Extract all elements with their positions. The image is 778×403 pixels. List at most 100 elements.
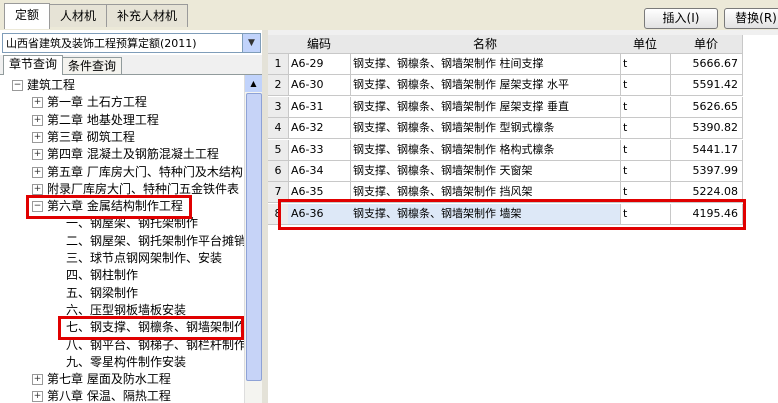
- tree-child-item[interactable]: 五、钢梁制作: [66, 285, 138, 302]
- expand-icon[interactable]: +: [32, 149, 43, 161]
- tree-child-item[interactable]: 八、钢平台、钢梯子、钢栏杆制作: [66, 337, 244, 354]
- header-code[interactable]: 编码: [288, 35, 351, 54]
- tree-chapter-item[interactable]: + 第八章 保温、隔热工程: [32, 388, 171, 403]
- cell-price[interactable]: 5224.08: [670, 182, 743, 204]
- cell-name[interactable]: 钢支撑、钢檩条、钢墙架制作 格构式檩条: [350, 139, 621, 161]
- cell-price[interactable]: 5397.99: [670, 161, 743, 182]
- tree-root[interactable]: − 建筑工程: [12, 77, 75, 94]
- tree-chapter-item[interactable]: + 第二章 地基处理工程: [32, 112, 159, 129]
- tab-labor-material-machine[interactable]: 人材机: [49, 4, 108, 27]
- tree-child-item[interactable]: 三、球节点钢网架制作、安装: [66, 250, 222, 267]
- tree-child-item[interactable]: 四、钢柱制作: [66, 267, 138, 284]
- scroll-up-icon[interactable]: ▲: [245, 75, 262, 92]
- cell-unit[interactable]: t: [620, 118, 671, 140]
- cell-unit[interactable]: t: [620, 203, 671, 225]
- cell-code[interactable]: A6-36: [288, 203, 351, 225]
- cell-code[interactable]: A6-32: [288, 118, 351, 140]
- tab-quota[interactable]: 定额: [4, 3, 51, 29]
- tree-child-item[interactable]: 九、零星构件制作安装: [66, 354, 186, 371]
- cell-name[interactable]: 钢支撑、钢檩条、钢墙架制作 墙架: [350, 203, 621, 225]
- tree-item-label: 五、钢梁制作: [66, 285, 139, 300]
- header-price[interactable]: 单价: [670, 35, 743, 54]
- collapse-icon[interactable]: −: [32, 201, 43, 213]
- cell-unit[interactable]: t: [620, 54, 671, 75]
- tree-chapter-item[interactable]: + 第七章 屋面及防水工程: [32, 371, 171, 388]
- tree-item-label: 第三章 砌筑工程: [47, 129, 135, 144]
- tree-item-label: 第七章 屋面及防水工程: [47, 372, 171, 387]
- tree-item-label: 一、钢屋架、钢托架制作: [66, 216, 199, 231]
- tree-chapter-item[interactable]: + 第一章 土石方工程: [32, 94, 147, 111]
- tree-chapter-item[interactable]: + 附录厂库房大门、特种门五金铁件表: [32, 181, 239, 198]
- tree-item-label: 四、钢柱制作: [66, 268, 139, 283]
- tree-child-item[interactable]: 二、钢屋架、钢托架制作平台摊销: [66, 233, 244, 250]
- replace-button[interactable]: 替换(R): [724, 8, 778, 29]
- tree-child-item[interactable]: 一、钢屋架、钢托架制作: [66, 215, 198, 232]
- cell-unit[interactable]: t: [620, 75, 671, 97]
- cell-code[interactable]: A6-29: [288, 54, 351, 75]
- cell-price[interactable]: 5390.82: [670, 118, 743, 140]
- cell-code[interactable]: A6-33: [288, 139, 351, 161]
- header-unit[interactable]: 单位: [620, 35, 671, 54]
- cell-price[interactable]: 5626.65: [670, 96, 743, 118]
- tree-scrollbar[interactable]: ▲: [244, 75, 262, 403]
- tree-child-item[interactable]: 六、压型钢板墙板安装: [66, 302, 186, 319]
- expand-icon[interactable]: +: [32, 166, 43, 178]
- cell-price[interactable]: 5666.67: [670, 54, 743, 75]
- tree-chapter-item[interactable]: + 第三章 砌筑工程: [32, 129, 135, 146]
- tab-condition-query[interactable]: 条件查询: [62, 57, 123, 74]
- tree-item-label: 附录厂库房大门、特种门五金铁件表: [47, 181, 240, 196]
- cell-code[interactable]: A6-35: [288, 182, 351, 204]
- header-corner: [268, 35, 289, 54]
- tree-chapter-item[interactable]: + 第四章 混凝土及钢筋混凝土工程: [32, 146, 219, 163]
- scroll-thumb[interactable]: [246, 93, 262, 381]
- row-number[interactable]: 7: [268, 182, 289, 204]
- quota-library-value: 山西省建筑及装饰工程预算定额(2011): [6, 37, 197, 50]
- cell-price[interactable]: 5441.17: [670, 139, 743, 161]
- cell-name[interactable]: 钢支撑、钢檩条、钢墙架制作 屋架支撑 垂直: [350, 96, 621, 118]
- cell-code[interactable]: A6-34: [288, 161, 351, 182]
- cell-unit[interactable]: t: [620, 161, 671, 182]
- cell-unit[interactable]: t: [620, 139, 671, 161]
- cell-price[interactable]: 4195.46: [670, 203, 743, 225]
- row-number[interactable]: 6: [268, 161, 289, 182]
- quota-library-select[interactable]: 山西省建筑及装饰工程预算定额(2011) ▼: [2, 33, 261, 53]
- chevron-down-icon[interactable]: ▼: [242, 34, 260, 52]
- expand-icon[interactable]: +: [32, 131, 43, 143]
- insert-button[interactable]: 插入(I): [644, 8, 718, 29]
- cell-name[interactable]: 钢支撑、钢檩条、钢墙架制作 屋架支撑 水平: [350, 75, 621, 97]
- tree-child-item[interactable]: 七、钢支撑、钢檩条、钢墙架制作: [66, 319, 244, 336]
- tree-item-label: 第一章 土石方工程: [47, 95, 147, 110]
- row-number[interactable]: 4: [268, 118, 289, 140]
- cell-price[interactable]: 5591.42: [670, 75, 743, 97]
- tree-item-label: 第六章 金属结构制作工程: [47, 199, 183, 214]
- cell-unit[interactable]: t: [620, 182, 671, 204]
- main-tab-bar: 定额 人材机 补充人材机 插入(I) 替换(R): [0, 0, 778, 30]
- tree-chapter-item[interactable]: − 第六章 金属结构制作工程: [32, 198, 183, 215]
- row-number[interactable]: 5: [268, 139, 289, 161]
- cell-code[interactable]: A6-30: [288, 75, 351, 97]
- cell-name[interactable]: 钢支撑、钢檩条、钢墙架制作 型钢式檩条: [350, 118, 621, 140]
- expand-icon[interactable]: +: [32, 391, 43, 403]
- tree-root-label: 建筑工程: [27, 78, 76, 92]
- cell-code[interactable]: A6-31: [288, 96, 351, 118]
- expand-icon[interactable]: +: [32, 374, 43, 386]
- collapse-icon[interactable]: −: [12, 80, 23, 91]
- tree-chapter-item[interactable]: + 第五章 厂库房大门、特种门及木结构: [32, 164, 243, 181]
- tree-item-label: 第四章 混凝土及钢筋混凝土工程: [47, 147, 219, 162]
- tree-item-label: 二、钢屋架、钢托架制作平台摊销: [66, 233, 244, 248]
- tab-supplementary-lmm[interactable]: 补充人材机: [106, 4, 189, 27]
- cell-unit[interactable]: t: [620, 96, 671, 118]
- row-number[interactable]: 1: [268, 54, 289, 75]
- expand-icon[interactable]: +: [32, 114, 43, 126]
- cell-name[interactable]: 钢支撑、钢檩条、钢墙架制作 天窗架: [350, 161, 621, 182]
- cell-name[interactable]: 钢支撑、钢檩条、钢墙架制作 柱间支撑: [350, 54, 621, 75]
- cell-name[interactable]: 钢支撑、钢檩条、钢墙架制作 挡风架: [350, 182, 621, 204]
- tab-chapter-query[interactable]: 章节查询: [3, 55, 64, 75]
- header-name[interactable]: 名称: [350, 35, 621, 54]
- row-number[interactable]: 8: [268, 203, 289, 225]
- row-number[interactable]: 2: [268, 75, 289, 97]
- tree-item-label: 七、钢支撑、钢檩条、钢墙架制作: [66, 320, 244, 335]
- row-number[interactable]: 3: [268, 96, 289, 118]
- expand-icon[interactable]: +: [32, 183, 43, 195]
- expand-icon[interactable]: +: [32, 97, 43, 109]
